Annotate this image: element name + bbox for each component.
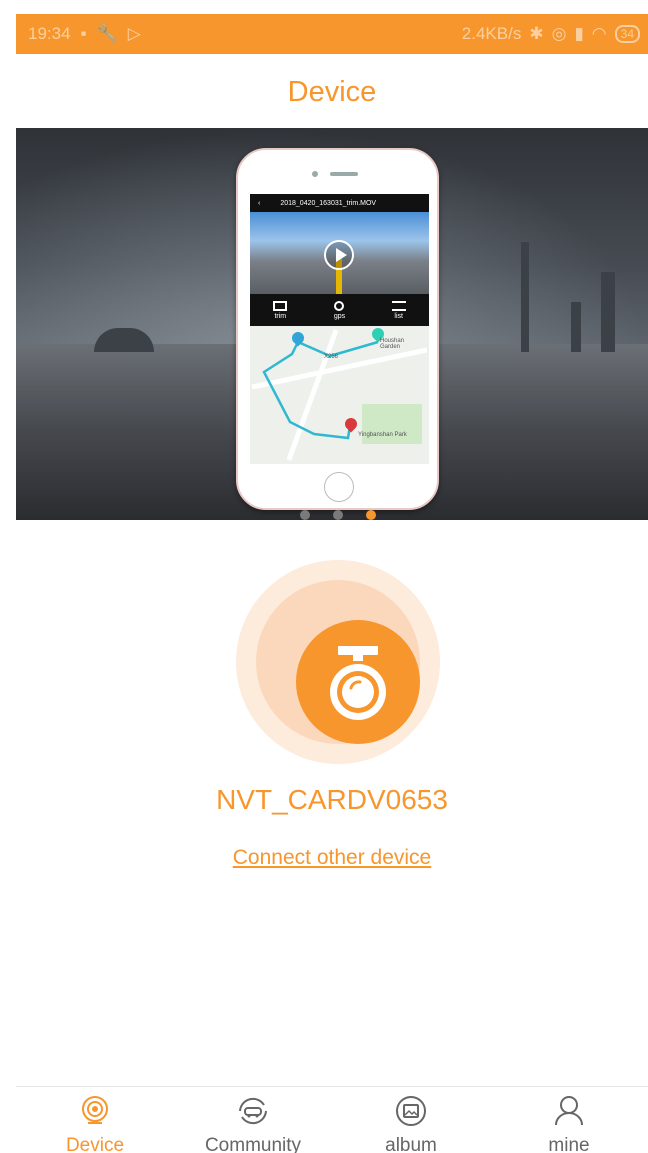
route-map: Houshan Garden Yingbanshan Park X256	[250, 325, 429, 464]
alarm-icon: ◎	[551, 24, 567, 43]
phone-speaker	[330, 172, 358, 176]
device-ring-inner	[296, 620, 420, 744]
video-preview	[250, 212, 429, 294]
notification-icon: ▪	[80, 24, 87, 43]
gps-tool: gps	[333, 300, 346, 320]
wifi-icon: ◠	[591, 24, 607, 43]
carousel-dot-active[interactable]	[366, 510, 376, 520]
battery-icon: 34	[614, 25, 640, 43]
trim-tool: trim	[273, 300, 288, 320]
connect-other-device-link[interactable]: Connect other device	[16, 846, 648, 870]
device-status-ring[interactable]	[236, 560, 440, 764]
gps-label: gps	[333, 312, 346, 320]
device-name: NVT_CARDV0653	[216, 784, 448, 815]
tab-mine[interactable]: mine	[490, 1087, 648, 1153]
person-icon	[555, 1096, 583, 1126]
map-label: Yingbanshan Park	[358, 432, 407, 438]
carousel-dot[interactable]	[333, 510, 343, 520]
banner-tower	[521, 242, 529, 352]
map-label: X256	[324, 354, 339, 360]
tab-device[interactable]: Device	[16, 1087, 174, 1153]
status-time: 19:34	[28, 24, 71, 43]
network-speed: 2.4KB/s	[461, 24, 522, 43]
video-filename: 2018_0420_163031_trim.MOV	[280, 199, 377, 207]
tab-label: mine	[548, 1135, 590, 1153]
trim-icon	[273, 300, 288, 311]
list-label: list	[394, 312, 403, 320]
camera-icon	[82, 1096, 108, 1124]
gps-icon	[334, 300, 345, 311]
promo-banner[interactable]: ‹ 2018_0420_163031_trim.MOV trim gps lis…	[16, 128, 648, 520]
play-icon	[324, 240, 354, 270]
video-toolbar: trim gps list	[250, 294, 429, 326]
carousel-indicator	[300, 510, 376, 520]
tab-label: album	[385, 1135, 437, 1153]
trim-label: trim	[274, 312, 287, 320]
banner-building	[601, 272, 615, 352]
screen-title-bar: ‹ 2018_0420_163031_trim.MOV	[250, 194, 429, 212]
map-label: Houshan Garden	[380, 338, 405, 350]
top-app-bar: Device	[16, 54, 648, 128]
tab-label: Device	[65, 1135, 125, 1153]
bottom-tab-bar: Device Community album mine	[16, 1086, 648, 1153]
tab-label: Community	[204, 1135, 302, 1153]
play-store-icon: ▷	[127, 24, 141, 43]
phone-screen: ‹ 2018_0420_163031_trim.MOV trim gps lis…	[250, 194, 429, 464]
banner-building	[571, 302, 581, 352]
dashcam-icon	[330, 646, 386, 720]
bluetooth-icon: ✱	[529, 24, 544, 43]
community-icon	[239, 1097, 267, 1125]
phone-camera	[312, 171, 318, 177]
device-ring-middle	[256, 580, 420, 744]
app-frame: 19:34 ▪ 🔧 ▷ 2.4KB/s ✱ ◎ ▮ ◠ 34 Device ‹ …	[16, 14, 648, 1153]
carousel-dot[interactable]	[300, 510, 310, 520]
status-bar: 19:34 ▪ 🔧 ▷ 2.4KB/s ✱ ◎ ▮ ◠ 34	[16, 14, 648, 54]
list-tool: list	[391, 300, 406, 320]
page-title: Device	[287, 76, 377, 108]
signal-icon: ▮	[574, 24, 584, 43]
tab-album[interactable]: album	[332, 1087, 490, 1153]
album-icon	[396, 1096, 426, 1126]
wrench-icon: 🔧	[96, 24, 118, 43]
banner-phone-mockup: ‹ 2018_0420_163031_trim.MOV trim gps lis…	[236, 148, 439, 510]
back-icon: ‹	[258, 199, 261, 207]
tab-community[interactable]: Community	[174, 1087, 332, 1153]
phone-home-button	[324, 472, 354, 502]
list-icon	[391, 300, 406, 311]
